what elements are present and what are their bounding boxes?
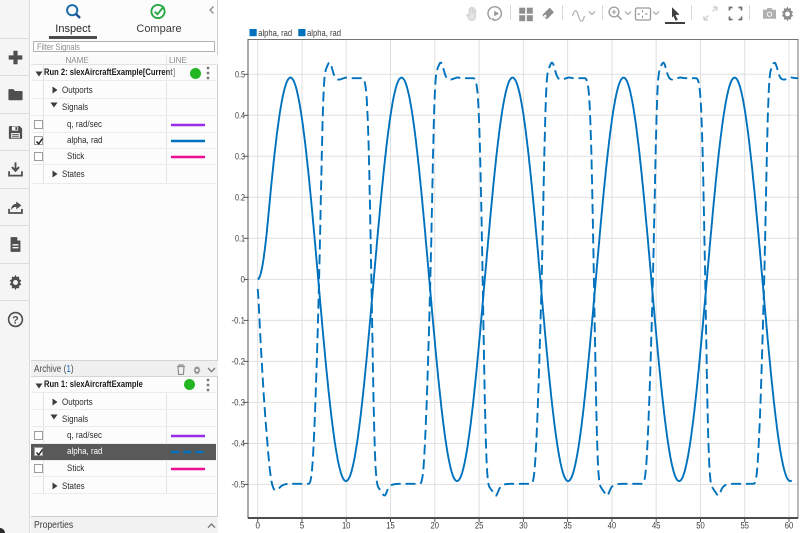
svg-text:10: 10	[342, 521, 351, 531]
svg-text:15: 15	[386, 521, 395, 531]
svg-text:-0.2: -0.2	[232, 356, 246, 366]
svg-text:0.3: 0.3	[235, 151, 245, 161]
svg-text:40: 40	[608, 521, 617, 531]
svg-text:0.5: 0.5	[235, 69, 245, 79]
svg-text:35: 35	[563, 521, 572, 531]
svg-text:0.2: 0.2	[235, 192, 245, 202]
svg-text:?: ?	[12, 314, 19, 326]
svg-text:20: 20	[431, 521, 440, 531]
svg-text:0: 0	[241, 274, 246, 284]
svg-text:alpha, rad: alpha, rad	[307, 28, 341, 39]
svg-text:0: 0	[255, 521, 260, 531]
svg-text:5: 5	[300, 521, 305, 531]
svg-text:60: 60	[785, 521, 794, 531]
svg-text:0.1: 0.1	[235, 233, 245, 243]
svg-text:30: 30	[519, 521, 528, 531]
svg-text:50: 50	[696, 521, 705, 531]
svg-text:-0.3: -0.3	[232, 397, 246, 407]
svg-text:0.4: 0.4	[235, 110, 245, 120]
svg-text:-0.1: -0.1	[232, 315, 246, 325]
svg-text:45: 45	[652, 521, 661, 531]
svg-text:alpha, rad: alpha, rad	[258, 28, 292, 39]
svg-text:-0.5: -0.5	[232, 479, 246, 489]
svg-text:25: 25	[475, 521, 484, 531]
svg-text:-0.4: -0.4	[232, 438, 246, 448]
svg-text:55: 55	[740, 521, 749, 531]
